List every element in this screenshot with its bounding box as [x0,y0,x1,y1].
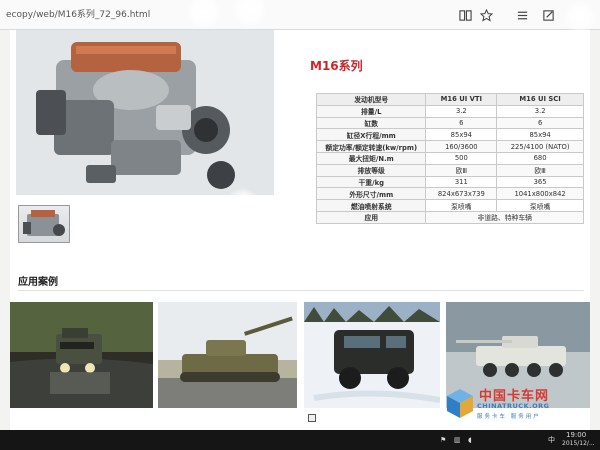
cell-vti: 欧Ⅲ [425,163,498,177]
flag-icon[interactable]: ⚑ [440,436,446,444]
row-label: 额定功率/额定转速(kw/rpm) [315,140,427,153]
table-row: 排量/L 3.2 3.2 [315,104,584,118]
watermark-en: CHINATRUCK.ORG [477,402,550,410]
cell-sci: 85x94 [496,128,584,142]
cell-vti: 824x673x739 [425,187,498,201]
table-row: 干重/kg 311 365 [315,175,584,189]
gallery-control-button[interactable] [308,414,316,422]
table-row: 应用 非道路、特种车辆 [315,210,584,224]
star-icon[interactable] [477,6,495,24]
cell-sci: 6 [496,116,584,130]
spec-table: 发动机型号 M16 UI VTI M16 UI SCI 排量/L 3.2 3.2… [315,93,584,224]
case-image-armored-vehicle-water[interactable] [10,302,153,408]
cell-sci: 225/4100 (NATO) [496,140,584,153]
cell-sci: 680 [496,151,584,165]
cube-logo-icon [447,389,473,418]
volume-icon[interactable]: ◖ [468,436,472,444]
cell-sci: 泵喷嘴 [496,199,584,212]
table-row: 最大扭矩/N.m 500 680 [315,151,584,165]
address-bar[interactable]: ecopy/web/M16系列_72_96.html [6,7,150,20]
table-row: 排放等级 欧Ⅲ 欧Ⅲ [315,163,584,177]
book-icon[interactable] [456,6,474,24]
table-header-row: 发动机型号 M16 UI VTI M16 UI SCI [315,93,584,106]
table-row: 外形尺寸/mm 824x673x739 1041x800x842 [315,187,584,201]
section-title: 应用案例 [18,277,58,288]
table-row: 燃油喷射系统 泵喷嘴 泵喷嘴 [315,199,584,212]
row-label: 外形尺寸/mm [315,187,427,201]
engine-thumbnail[interactable] [18,205,70,243]
browser-toolbar: ecopy/web/M16系列_72_96.html [0,0,600,30]
column-header: M16 UI VTI [425,93,498,106]
edit-icon[interactable] [539,6,557,24]
row-label: 排放等级 [315,163,427,177]
cell-vti: 6 [425,116,498,130]
watermark-sub: 服务卡车 服务用户 [477,414,541,420]
row-label: 缸径X行程/mm [315,128,427,142]
cell-sci: 3.2 [496,104,584,118]
column-header: M16 UI SCI [496,93,584,106]
cell-sci: 365 [496,175,584,189]
section-divider [18,290,584,291]
case-image-armored-truck-snow[interactable] [304,302,440,408]
input-language[interactable]: 中 [548,435,555,445]
row-label: 应用 [315,210,427,224]
clock-date[interactable]: 2015/12/... [562,440,595,447]
table-row: 缸数 6 6 [315,116,584,130]
row-label: 干重/kg [315,175,427,189]
menu-icon[interactable] [513,6,531,24]
cell-sci: 欧Ⅲ [496,163,584,177]
page-content: M16系列 发动机型号 M16 UI VTI M16 UI SCI 排量/L 3… [10,30,590,430]
engine-photo [16,30,274,195]
row-label: 燃油喷射系统 [315,199,427,212]
cell-merged: 非道路、特种车辆 [425,210,584,224]
cell-vti: 500 [425,151,498,165]
series-title: M16系列 [310,59,363,73]
cell-vti: 泵喷嘴 [425,199,498,212]
table-row: 缸径X行程/mm 85x94 85x94 [315,128,584,142]
cell-vti: 311 [425,175,498,189]
screen: ecopy/web/M16系列_72_96.html M16系列 发动机型号 M… [0,0,600,450]
column-header: 发动机型号 [315,93,427,106]
row-label: 缸数 [315,116,427,130]
cell-vti: 160/3600 [425,140,498,153]
cell-vti: 85x94 [425,128,498,142]
watermark: 中国卡车网 CHINATRUCK.ORG 服务卡车 服务用户 [445,385,595,427]
clock-time[interactable]: 19:00 [566,431,586,439]
table-row: 额定功率/额定转速(kw/rpm) 160/3600 225/4100 (NAT… [315,140,584,153]
row-label: 最大扭矩/N.m [315,151,427,165]
taskbar: ⚑ ▥ ◖ 中 19:00 2015/12/... [0,430,600,450]
row-label: 排量/L [315,104,427,118]
case-image-light-tank[interactable] [158,302,297,408]
cell-sci: 1041x800x842 [496,187,584,201]
network-icon[interactable]: ▥ [454,436,461,444]
cell-vti: 3.2 [425,104,498,118]
